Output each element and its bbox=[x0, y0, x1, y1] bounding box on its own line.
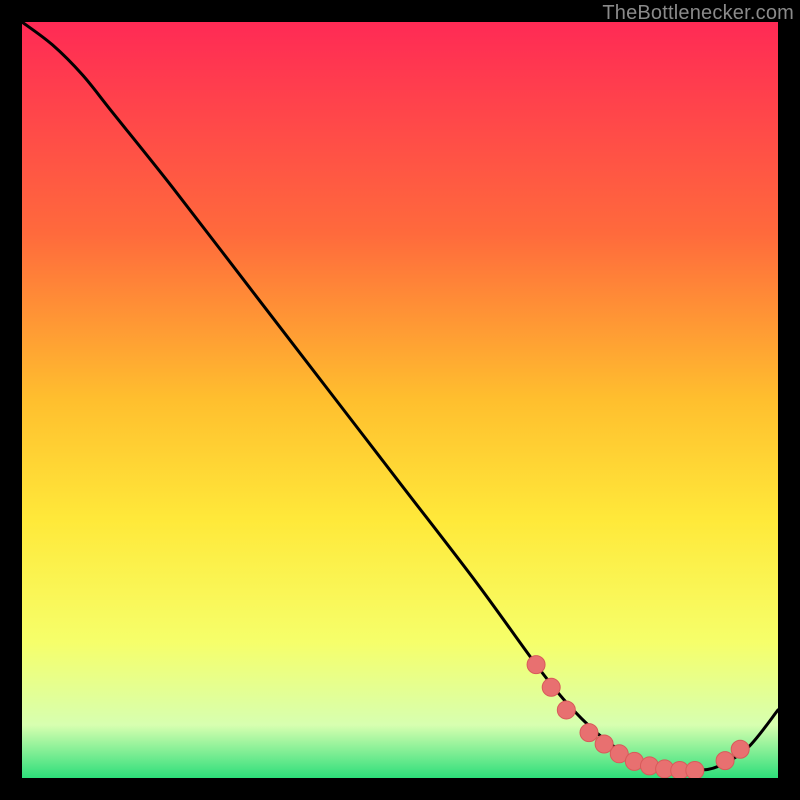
highlight-dot bbox=[557, 701, 575, 719]
highlight-dot bbox=[527, 656, 545, 674]
highlight-dot bbox=[542, 678, 560, 696]
highlight-dot bbox=[686, 761, 704, 778]
chart-svg bbox=[22, 22, 778, 778]
highlight-dot bbox=[716, 752, 734, 770]
gradient-background bbox=[22, 22, 778, 778]
highlight-dot bbox=[731, 740, 749, 758]
plot-area bbox=[22, 22, 778, 778]
chart-frame: TheBottlenecker.com bbox=[0, 0, 800, 800]
highlight-dot bbox=[580, 724, 598, 742]
